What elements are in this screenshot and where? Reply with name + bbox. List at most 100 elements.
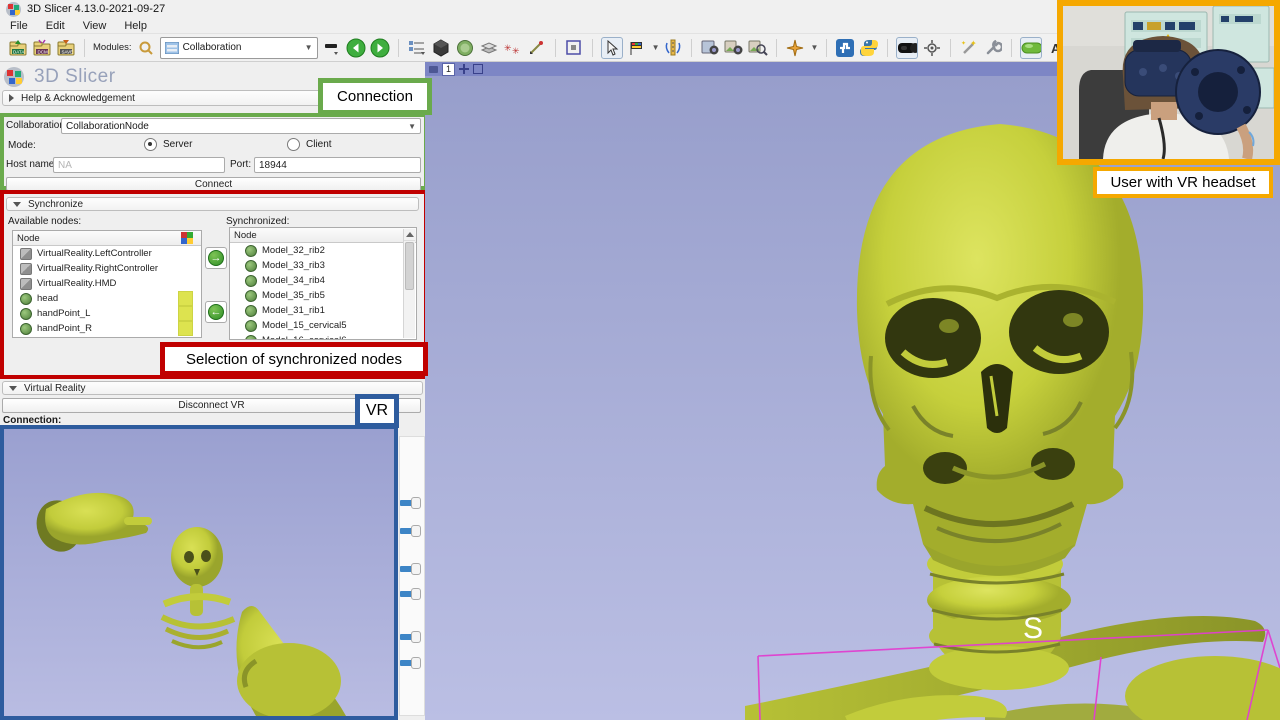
module-search-icon[interactable] <box>136 38 156 58</box>
annotations-pencil-icon[interactable] <box>527 38 547 58</box>
model-node-icon <box>20 323 32 335</box>
synchronized-node-row[interactable]: Model_34_rib4 <box>238 273 416 288</box>
menu-edit[interactable]: Edit <box>46 20 65 32</box>
remove-node-button[interactable]: ← <box>205 301 227 323</box>
port-label: Port: <box>230 159 251 170</box>
synchronized-node-row[interactable]: Model_31_rib1 <box>238 303 416 318</box>
available-node-row[interactable]: handPoint_L <box>13 306 201 321</box>
node-color-swatch[interactable] <box>178 291 193 306</box>
synchronized-node-row[interactable]: Model_33_rib3 <box>238 258 416 273</box>
module-history-icon[interactable] <box>322 38 342 58</box>
menu-help[interactable]: Help <box>124 20 147 32</box>
wrench-icon[interactable] <box>983 38 1003 58</box>
modules-label: Modules: <box>93 42 132 53</box>
transform-node-icon <box>20 248 32 260</box>
screenshot-icon[interactable] <box>700 38 720 58</box>
webcam-overlay <box>1057 0 1280 165</box>
available-node-row[interactable]: VirtualReality.RightController <box>13 261 201 276</box>
model-node-icon <box>245 260 257 272</box>
server-radio[interactable]: Server <box>144 138 192 151</box>
window-title: 3D Slicer 4.13.0-2021-09-27 <box>27 3 165 15</box>
available-nodes-table[interactable]: Node VirtualReality.LeftControllerVirtua… <box>12 230 202 338</box>
synchronized-node-row[interactable]: Model_32_rib2 <box>238 243 416 258</box>
client-radio-label: Client <box>306 139 332 150</box>
synchronized-nodes-table[interactable]: Node Model_32_rib2Model_33_rib3Model_34_… <box>229 227 417 340</box>
model-node-icon <box>245 320 257 332</box>
vr-settings-icon[interactable] <box>922 38 942 58</box>
arrow-left-icon: ← <box>208 304 224 320</box>
vr-slider[interactable] <box>400 563 424 575</box>
annotation-user: User with VR headset <box>1093 167 1273 198</box>
view-number-badge: 1 <box>442 63 455 76</box>
connect-button[interactable]: Connect <box>6 177 421 191</box>
synchronize-title: Synchronize <box>28 199 83 210</box>
module-back-icon[interactable] <box>346 38 366 58</box>
expand-arrow-icon <box>13 202 21 207</box>
view-maximize-icon[interactable] <box>473 64 483 74</box>
scene-capture-icon[interactable] <box>724 38 744 58</box>
synchronized-node-row[interactable]: Model_16_cervical6 <box>238 333 416 340</box>
module-selector[interactable]: Collaboration ▼ <box>160 37 318 59</box>
vr-slider[interactable] <box>400 525 424 537</box>
module-icon <box>165 42 179 54</box>
models-sphere-icon[interactable] <box>455 38 475 58</box>
available-node-row[interactable]: handPoint_R <box>13 321 201 336</box>
transform-node-icon <box>20 263 32 275</box>
view-crosshair-icon[interactable] <box>459 64 469 74</box>
synchronized-node-row[interactable]: Model_15_cervical5 <box>238 318 416 333</box>
capsule-icon[interactable] <box>1020 37 1042 59</box>
synchronize-header[interactable]: Synchronize <box>6 197 419 211</box>
host-name-input[interactable] <box>53 157 225 173</box>
host-name-label: Host name: <box>6 159 57 170</box>
vr-slider[interactable] <box>400 631 424 643</box>
synchronized-label: Synchronized: <box>226 216 289 227</box>
help-section-label: Help & Acknowledgement <box>21 93 135 104</box>
markups-icon[interactable]: ✳✳ <box>503 38 523 58</box>
mouse-pointer-icon[interactable] <box>601 37 623 59</box>
port-input[interactable] <box>254 157 421 173</box>
save-icon[interactable]: SAVE <box>56 38 76 58</box>
load-dicom-icon[interactable]: DCM <box>32 38 52 58</box>
node-name: head <box>37 293 58 304</box>
load-data-icon[interactable]: DATA <box>8 38 28 58</box>
client-radio[interactable]: Client <box>287 138 332 151</box>
vr-headset-icon[interactable] <box>896 37 918 59</box>
mode-label: Mode: <box>8 140 36 151</box>
python-console-icon[interactable] <box>859 38 879 58</box>
vr-slider[interactable] <box>400 497 424 509</box>
available-node-row[interactable]: head <box>13 291 201 306</box>
magic-wand-icon[interactable]: ✦✦ <box>959 38 979 58</box>
layers-icon[interactable] <box>479 38 499 58</box>
ruler-icon[interactable] <box>663 38 683 58</box>
volume-cube-icon[interactable] <box>431 38 451 58</box>
vr-slider[interactable] <box>400 588 424 600</box>
extensions-icon[interactable] <box>835 38 855 58</box>
slicer-logo-icon <box>4 67 24 87</box>
synchronized-scrollbar[interactable] <box>403 229 415 338</box>
pin-icon[interactable] <box>429 66 438 73</box>
orientation-label-S: S <box>1023 612 1043 645</box>
scene-views-icon[interactable] <box>748 38 768 58</box>
available-nodes-label: Available nodes: <box>8 216 81 227</box>
collaboration-node-combo[interactable]: CollaborationNode ▼ <box>61 118 421 134</box>
menu-file[interactable]: File <box>10 20 28 32</box>
scrollbar-thumb[interactable] <box>405 242 414 290</box>
node-color-swatch[interactable] <box>178 306 193 321</box>
crosshair-icon[interactable] <box>785 38 805 58</box>
colors-icon[interactable] <box>627 38 647 58</box>
app-logo-icon <box>6 2 21 17</box>
module-next-icon[interactable] <box>370 38 390 58</box>
synchronized-node-row[interactable]: Model_35_rib5 <box>238 288 416 303</box>
svg-text:✦: ✦ <box>961 40 966 47</box>
menu-view[interactable]: View <box>83 20 107 32</box>
add-node-button[interactable]: → <box>205 247 227 269</box>
available-node-row[interactable]: VirtualReality.LeftController <box>13 246 201 261</box>
node-color-swatch[interactable] <box>178 321 193 336</box>
vr-slider[interactable] <box>400 657 424 669</box>
svg-text:DCM: DCM <box>37 49 47 54</box>
virtual-reality-header[interactable]: Virtual Reality <box>2 381 423 395</box>
model-node-icon <box>245 305 257 317</box>
available-node-row[interactable]: VirtualReality.HMD <box>13 276 201 291</box>
capture-window-icon[interactable] <box>564 38 584 58</box>
layout-icon[interactable] <box>407 38 427 58</box>
